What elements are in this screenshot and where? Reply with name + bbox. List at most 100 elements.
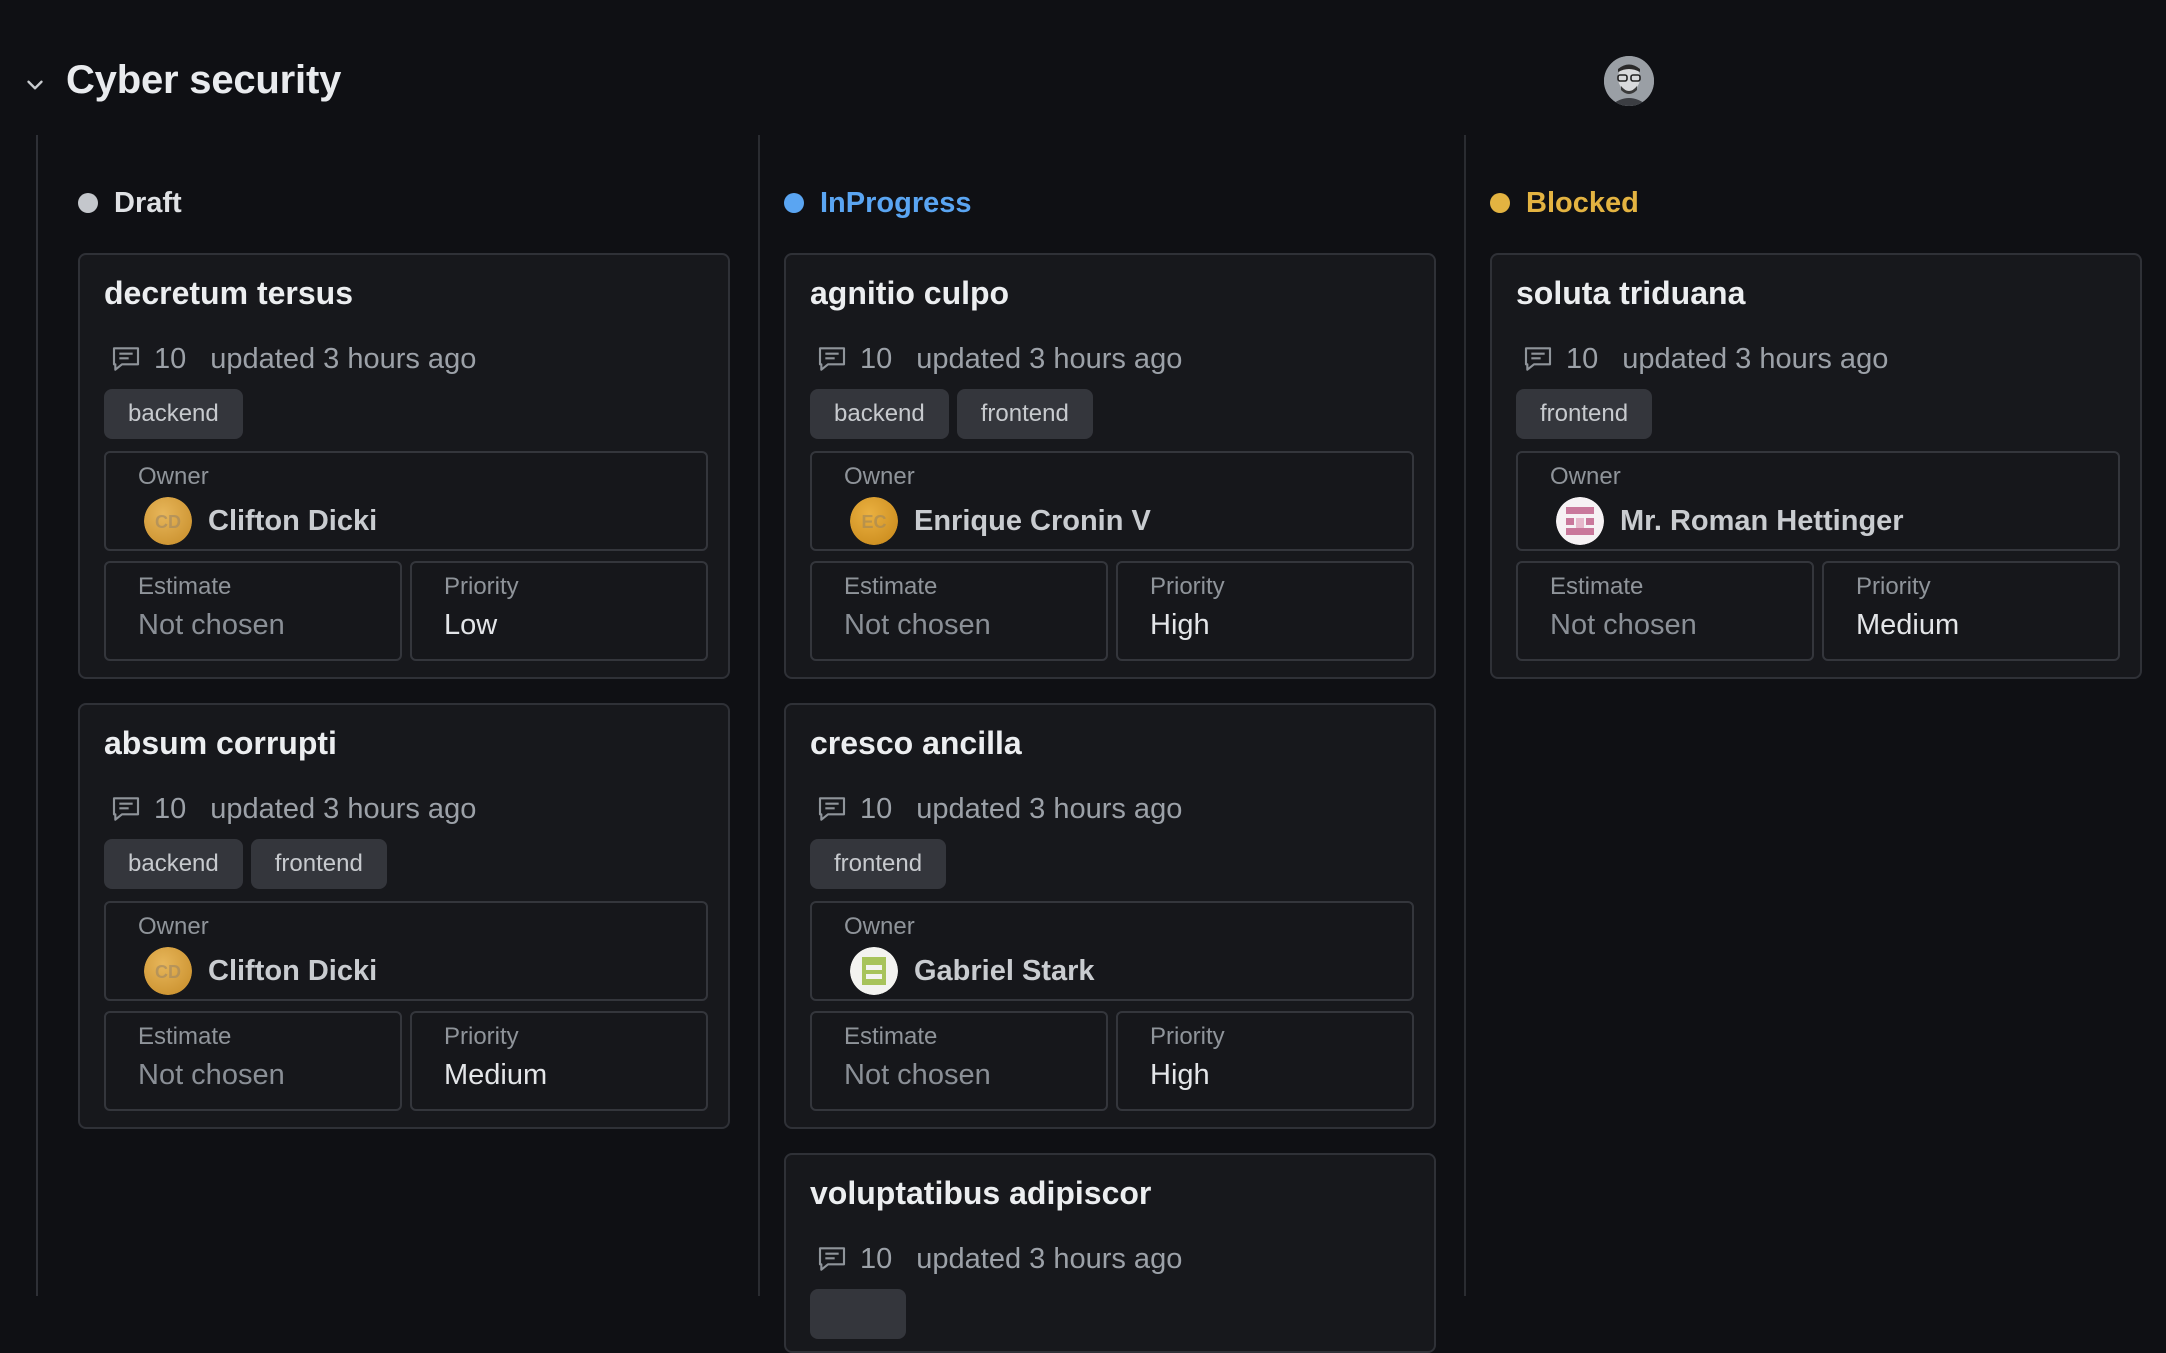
estimate-value: Not chosen (844, 1059, 991, 1091)
comment-count: 10 (154, 342, 187, 375)
comment-count: 10 (860, 792, 893, 825)
tag[interactable]: frontend (810, 839, 947, 889)
comment-icon (112, 347, 140, 371)
priority-value: Low (444, 609, 498, 641)
avatar: CD (144, 947, 192, 995)
priority-value: Medium (1856, 609, 1960, 641)
tag-list: frontend (1516, 389, 1653, 439)
owner-value: Mr. Roman Hettinger (1556, 497, 1904, 545)
column-title: InProgress (820, 186, 972, 219)
owner-name: Gabriel Stark (914, 954, 1095, 987)
estimate-field[interactable]: Estimate Not chosen (810, 1011, 1108, 1111)
priority-value: High (1150, 609, 1210, 641)
card-title[interactable]: absum corrupti (104, 725, 337, 762)
updated-text: updated 3 hours ago (1622, 342, 1889, 375)
comment-icon (818, 797, 846, 821)
comment-count: 10 (860, 342, 893, 375)
card-title[interactable]: voluptatibus adipiscor (810, 1175, 1151, 1212)
updated-text: updated 3 hours ago (210, 342, 477, 375)
column-header: InProgress (784, 183, 972, 223)
task-card[interactable]: soluta triduana 10 updated 3 hours ago f… (1490, 253, 2142, 679)
priority-label: Priority (1150, 1023, 1225, 1050)
status-dot (1490, 193, 1510, 213)
estimate-value: Not chosen (138, 1059, 285, 1091)
estimate-label: Estimate (138, 1023, 232, 1050)
task-card[interactable]: voluptatibus adipiscor 10 updated 3 hour… (784, 1153, 1436, 1353)
priority-field[interactable]: Priority High (1116, 561, 1414, 661)
comment-icon (818, 347, 846, 371)
updated-text: updated 3 hours ago (210, 792, 477, 825)
comment-count: 10 (1566, 342, 1599, 375)
card-title[interactable]: agnitio culpo (810, 275, 1009, 312)
updated-text: updated 3 hours ago (916, 342, 1183, 375)
owner-field[interactable]: Owner Gabriel Stark (810, 901, 1414, 1001)
card-meta: 10 updated 3 hours ago (816, 789, 1182, 829)
avatar-initials: CD (155, 962, 181, 982)
card-title[interactable]: decretum tersus (104, 275, 353, 312)
comment-icon (818, 1247, 846, 1271)
owner-value: Gabriel Stark (850, 947, 1095, 995)
chevron-down-icon[interactable] (22, 72, 48, 98)
user-avatar[interactable] (1604, 56, 1654, 106)
column-draft: Draft decretum tersus 10 updated 3 hours… (36, 135, 730, 1296)
tag[interactable] (810, 1289, 906, 1339)
tag-list: frontend (810, 839, 947, 889)
estimate-field[interactable]: Estimate Not chosen (1516, 561, 1814, 661)
column-inprogress: InProgress agnitio culpo 10 updated 3 ho… (742, 135, 1436, 1353)
avatar (850, 947, 898, 995)
card-meta: 10 updated 3 hours ago (110, 339, 476, 379)
estimate-field[interactable]: Estimate Not chosen (104, 561, 402, 661)
avatar-initials: EC (861, 512, 886, 532)
owner-label: Owner (138, 463, 209, 490)
tag[interactable]: backend (104, 839, 243, 889)
card-title[interactable]: soluta triduana (1516, 275, 1745, 312)
status-dot (78, 193, 98, 213)
task-card[interactable]: cresco ancilla 10 updated 3 hours ago fr… (784, 703, 1436, 1129)
estimate-label: Estimate (844, 573, 938, 600)
task-card[interactable]: absum corrupti 10 updated 3 hours ago ba… (78, 703, 730, 1129)
column-blocked: Blocked soluta triduana 10 updated 3 hou… (1448, 135, 2142, 1296)
estimate-field[interactable]: Estimate Not chosen (104, 1011, 402, 1111)
owner-field[interactable]: Owner CD Clifton Dicki (104, 451, 708, 551)
owner-name: Enrique Cronin V (914, 504, 1151, 537)
tag[interactable]: backend (810, 389, 949, 439)
owner-name: Clifton Dicki (208, 504, 378, 537)
owner-value: CD Clifton Dicki (144, 497, 377, 545)
comment-icon (112, 797, 140, 821)
estimate-field[interactable]: Estimate Not chosen (810, 561, 1108, 661)
priority-field[interactable]: Priority High (1116, 1011, 1414, 1111)
tag-list (810, 1289, 906, 1339)
owner-name: Mr. Roman Hettinger (1620, 504, 1904, 537)
owner-label: Owner (138, 913, 209, 940)
priority-field[interactable]: Priority Low (410, 561, 708, 661)
card-meta: 10 updated 3 hours ago (1522, 339, 1888, 379)
card-title[interactable]: cresco ancilla (810, 725, 1022, 762)
card-meta: 10 updated 3 hours ago (816, 339, 1182, 379)
tag[interactable]: frontend (956, 389, 1093, 439)
tag[interactable]: frontend (1516, 389, 1653, 439)
priority-field[interactable]: Priority Medium (1822, 561, 2120, 661)
estimate-label: Estimate (1550, 573, 1644, 600)
column-header: Draft (78, 183, 182, 223)
avatar: EC (850, 497, 898, 545)
priority-label: Priority (444, 573, 519, 600)
owner-value: EC Enrique Cronin V (850, 497, 1151, 545)
owner-field[interactable]: Owner Mr. Roman Hettinger (1516, 451, 2120, 551)
priority-label: Priority (1150, 573, 1225, 600)
task-card[interactable]: agnitio culpo 10 updated 3 hours ago bac… (784, 253, 1436, 679)
owner-field[interactable]: Owner CD Clifton Dicki (104, 901, 708, 1001)
card-meta: 10 updated 3 hours ago (110, 789, 476, 829)
avatar: CD (144, 497, 192, 545)
owner-name: Clifton Dicki (208, 954, 378, 987)
tag-list: backend frontend (104, 839, 387, 889)
owner-value: CD Clifton Dicki (144, 947, 377, 995)
task-card[interactable]: decretum tersus 10 updated 3 hours ago b… (78, 253, 730, 679)
column-title: Blocked (1526, 186, 1639, 219)
column-title: Draft (114, 186, 182, 219)
tag[interactable]: backend (104, 389, 243, 439)
tag[interactable]: frontend (250, 839, 387, 889)
priority-field[interactable]: Priority Medium (410, 1011, 708, 1111)
group-title: Cyber security (66, 58, 342, 102)
estimate-label: Estimate (844, 1023, 938, 1050)
owner-field[interactable]: Owner EC Enrique Cronin V (810, 451, 1414, 551)
